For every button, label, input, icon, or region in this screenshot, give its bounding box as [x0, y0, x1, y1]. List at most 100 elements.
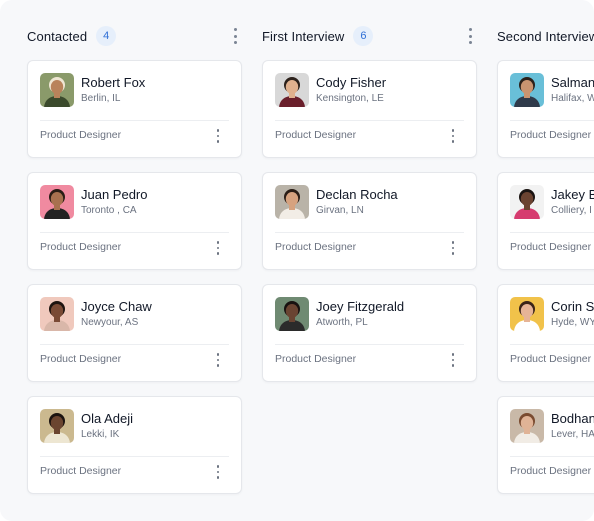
- candidate-info: Bodhan Lever, HA: [551, 411, 594, 442]
- avatar-photo: [40, 297, 74, 331]
- candidate-header: Joey Fitzgerald Atworth, PL: [275, 297, 404, 331]
- avatar-face: [50, 416, 64, 430]
- candidate-name[interactable]: Bodhan: [551, 411, 594, 427]
- menu-dot: [451, 358, 455, 362]
- avatar-photo: [275, 73, 309, 107]
- avatar: [275, 297, 309, 331]
- avatar-photo: [275, 297, 309, 331]
- candidate-role: Product Designer: [510, 129, 592, 141]
- card-more-icon[interactable]: [215, 465, 221, 479]
- card-more-icon[interactable]: [215, 353, 221, 367]
- card-more-icon[interactable]: [215, 129, 221, 143]
- candidate-header: Juan Pedro Toronto , CA: [40, 185, 148, 219]
- avatar: [510, 185, 544, 219]
- avatar-face: [520, 416, 534, 430]
- avatar: [275, 185, 309, 219]
- card-more-icon[interactable]: [450, 353, 456, 367]
- candidate-role: Product Designer: [510, 241, 592, 253]
- menu-dot: [216, 140, 220, 143]
- candidate-location: Berlin, IL: [81, 92, 121, 104]
- candidate-name[interactable]: Robert Fox: [81, 75, 145, 91]
- candidate-name[interactable]: Ola Adeji: [81, 411, 133, 427]
- menu-dot: [216, 364, 220, 367]
- candidate-location: Halifax, W: [551, 92, 594, 104]
- candidate-role: Product Designer: [40, 353, 122, 365]
- candidate-info: Corin Sr Hyde, WY: [551, 299, 594, 330]
- candidate-header: Corin Sr Hyde, WY: [510, 297, 594, 331]
- menu-dot: [451, 140, 455, 143]
- candidate-card[interactable]: Joey Fitzgerald Atworth, PL Product Design…: [262, 284, 477, 382]
- column-title: First Interview: [262, 28, 345, 44]
- card-more-icon[interactable]: [450, 129, 456, 143]
- candidate-card[interactable]: Declan Rocha Girvan, LN Product Designer: [262, 172, 477, 270]
- candidate-role: Product Designer: [510, 353, 592, 365]
- candidate-location: Hyde, WY: [551, 316, 594, 328]
- candidate-card[interactable]: Joyce Chaw Newyour, AS Product Designer: [27, 284, 242, 382]
- candidate-card[interactable]: Jakey B Colliery, I Product Designer: [497, 172, 594, 270]
- candidate-header: Declan Rocha Girvan, LN: [275, 185, 398, 219]
- candidate-info: Salman Halifax, W: [551, 75, 594, 106]
- menu-dot: [233, 34, 237, 38]
- candidate-location: Lekki, IK: [81, 428, 120, 440]
- candidate-location: Atworth, PL: [316, 316, 368, 328]
- candidate-name[interactable]: Joyce Chaw: [81, 299, 152, 315]
- candidate-role: Product Designer: [40, 241, 122, 253]
- candidate-info: Robert Fox Berlin, IL: [81, 75, 145, 106]
- column-header: Contacted 4: [27, 24, 242, 48]
- column-more-icon[interactable]: [467, 28, 473, 44]
- card-divider: [40, 344, 229, 345]
- candidate-card[interactable]: Cody Fisher Kensington, LE Product Designe…: [262, 60, 477, 158]
- candidate-info: Juan Pedro Toronto , CA: [81, 187, 148, 218]
- candidate-info: Jakey B Colliery, I: [551, 187, 594, 218]
- candidate-card[interactable]: Corin Sr Hyde, WY Product Designer: [497, 284, 594, 382]
- avatar: [275, 73, 309, 107]
- avatar: [40, 185, 74, 219]
- candidate-location: Kensington, LE: [316, 92, 384, 104]
- avatar-face: [50, 80, 64, 94]
- avatar: [510, 297, 544, 331]
- candidate-card[interactable]: Salman Halifax, W Product Designer: [497, 60, 594, 158]
- avatar: [510, 73, 544, 107]
- column-count-badge: 6: [353, 26, 374, 46]
- column-more-icon[interactable]: [232, 28, 238, 44]
- candidate-name[interactable]: Joey Fitzgerald: [316, 299, 404, 315]
- candidate-name[interactable]: Salman: [551, 75, 594, 91]
- menu-dot: [451, 353, 455, 356]
- candidate-card[interactable]: Juan Pedro Toronto , CA Product Designer: [27, 172, 242, 270]
- candidate-header: Ola Adeji Lekki, IK: [40, 409, 133, 443]
- candidate-location: Newyour, AS: [81, 316, 139, 328]
- candidate-card[interactable]: Robert Fox Berlin, IL Product Designer: [27, 60, 242, 158]
- candidate-name[interactable]: Declan Rocha: [316, 187, 398, 203]
- column-header: First Interview 6: [262, 24, 477, 48]
- avatar-face: [520, 304, 534, 318]
- candidate-role: Product Designer: [275, 129, 357, 141]
- avatar-photo: [510, 297, 544, 331]
- menu-dot: [216, 252, 220, 255]
- menu-dot: [468, 41, 472, 44]
- menu-dot: [216, 134, 220, 138]
- menu-dot: [468, 34, 472, 38]
- card-divider: [510, 120, 594, 121]
- candidate-name[interactable]: Cody Fisher: [316, 75, 386, 91]
- candidate-name[interactable]: Jakey B: [551, 187, 594, 203]
- candidate-card[interactable]: Ola Adeji Lekki, IK Product Designer: [27, 396, 242, 494]
- candidate-location: Girvan, LN: [316, 204, 364, 216]
- card-divider: [275, 344, 464, 345]
- candidate-role: Product Designer: [510, 465, 592, 477]
- card-divider: [40, 120, 229, 121]
- candidate-info: Ola Adeji Lekki, IK: [81, 411, 133, 442]
- candidate-name[interactable]: Corin Sr: [551, 299, 594, 315]
- avatar: [40, 409, 74, 443]
- card-divider: [40, 232, 229, 233]
- candidate-info: Cody Fisher Kensington, LE: [316, 75, 386, 106]
- menu-dot: [451, 129, 455, 132]
- card-more-icon[interactable]: [215, 241, 221, 255]
- candidate-card[interactable]: Bodhan Lever, HA Product Designer: [497, 396, 594, 494]
- menu-dot: [468, 28, 472, 31]
- kanban-board: Contacted 4 Robert Fox Berlin, IL Product De…: [0, 0, 594, 521]
- avatar-photo: [510, 73, 544, 107]
- candidate-name[interactable]: Juan Pedro: [81, 187, 148, 203]
- card-more-icon[interactable]: [450, 241, 456, 255]
- avatar-face: [50, 304, 64, 318]
- card-divider: [275, 120, 464, 121]
